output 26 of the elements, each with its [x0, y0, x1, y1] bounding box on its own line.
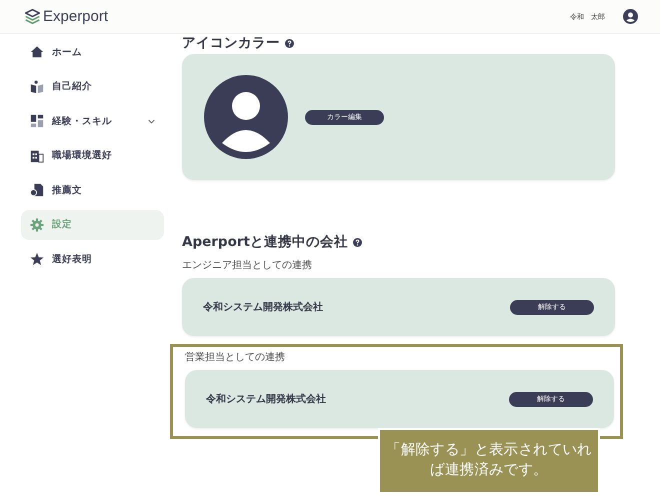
gear-icon [30, 218, 44, 232]
logo-text: Experport [43, 8, 108, 25]
group-label: 営業担当としての連携 [185, 350, 286, 364]
home-icon [30, 45, 44, 59]
nav-item[interactable]: 選好表明 [21, 244, 164, 274]
nav-item[interactable]: 推薦文 [21, 175, 164, 205]
star-icon [30, 252, 44, 266]
nav-item[interactable]: 職場環境選好 [21, 140, 164, 170]
document-icon [30, 183, 44, 197]
callout: 「解除する」と表示されていれば連携済みです。 [378, 428, 600, 494]
help-icon[interactable] [352, 238, 362, 246]
logo-icon [24, 8, 41, 25]
grid-icon [30, 114, 44, 128]
help-icon[interactable] [285, 38, 294, 48]
book-icon [30, 80, 44, 94]
company-name: 令和システム開発株式会社 [206, 392, 326, 406]
section-title: アイコンカラー [182, 34, 280, 52]
avatar-icon [204, 75, 288, 159]
nav-item[interactable]: ホーム [21, 37, 164, 67]
group-label: エンジニア担当としての連携 [182, 258, 313, 272]
section-title: Aperportと連携中の会社 [182, 233, 348, 251]
nav-item[interactable]: 経験・スキル [21, 106, 164, 136]
account-icon[interactable] [623, 9, 638, 24]
building-icon [30, 148, 44, 162]
company-name: 令和システム開発株式会社 [203, 300, 323, 314]
nav-item[interactable]: 自己紹介 [21, 72, 164, 102]
